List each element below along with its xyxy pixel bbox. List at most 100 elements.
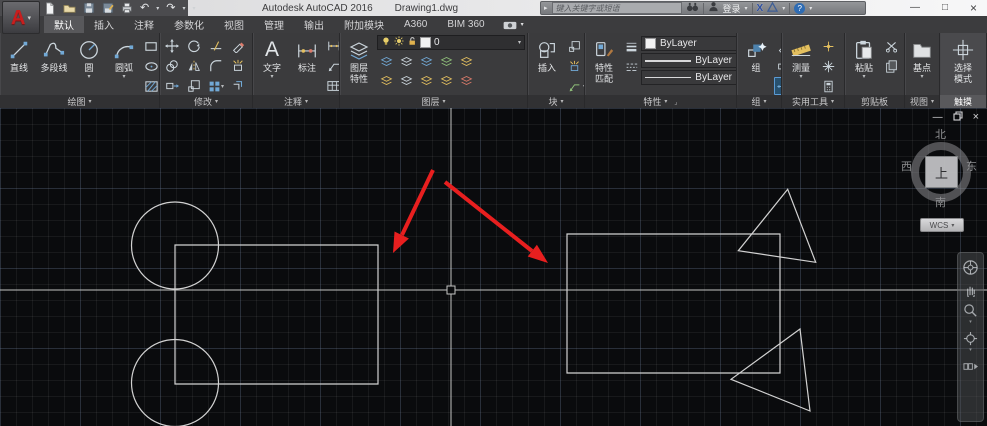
lineweight-settings-button[interactable]	[622, 37, 640, 55]
trim-button[interactable]	[206, 37, 226, 55]
id-point-button[interactable]	[819, 37, 837, 55]
linear-dimension-button[interactable]	[325, 37, 339, 55]
panel-group-label[interactable]: 组▾	[737, 95, 781, 108]
a360-icon[interactable]	[767, 2, 778, 15]
edit-attributes-button[interactable]	[565, 77, 583, 95]
panel-view-label[interactable]: 视图▾	[905, 95, 939, 108]
viewcube-top-face[interactable]: 上	[925, 156, 958, 188]
redo-icon[interactable]: ↷	[166, 3, 175, 14]
point-style-button[interactable]	[819, 57, 837, 75]
panel-properties-label[interactable]: 特性▾⌟	[585, 95, 736, 108]
ellipse-button[interactable]	[142, 57, 159, 75]
save-as-icon[interactable]	[102, 2, 114, 14]
move-button[interactable]	[162, 37, 182, 55]
panel-annotate-label[interactable]: 注释▾	[253, 95, 339, 108]
layer-unisolate-button[interactable]	[397, 52, 415, 70]
a360-caret-icon[interactable]: ▾	[782, 5, 785, 12]
object-color-dropdown[interactable]: ByLayer ▾	[641, 36, 736, 51]
layer-previous-button[interactable]	[457, 71, 475, 89]
text-button[interactable]: A 文字 ▾	[255, 35, 289, 95]
tab-home[interactable]: 默认	[44, 16, 84, 33]
app-menu-button[interactable]: A ▾	[2, 1, 40, 34]
tab-view[interactable]: 视图	[214, 16, 254, 33]
circle-button[interactable]: 圆 ▾	[72, 35, 106, 95]
viewcube-east-label[interactable]: 东	[966, 158, 977, 174]
entity-triangle-top-right[interactable]	[738, 189, 815, 262]
entity-rectangle-left[interactable]	[175, 245, 378, 384]
panel-block-label[interactable]: 块▾	[528, 95, 584, 108]
save-icon[interactable]	[83, 2, 95, 14]
new-file-icon[interactable]	[44, 2, 56, 15]
panel-clipboard-label[interactable]: 剪贴板	[845, 95, 904, 108]
drawing-canvas[interactable]: — × 上 北 南 西 东 WCS ▾ ▾ ▾	[0, 108, 987, 426]
entity-rectangle-right[interactable]	[567, 234, 780, 373]
signin-caret-icon[interactable]: ▾	[745, 5, 748, 12]
erase-button[interactable]	[228, 37, 248, 55]
tab-annotate[interactable]: 注释	[124, 16, 164, 33]
linetype-settings-button[interactable]	[622, 57, 640, 75]
viewport-close-button[interactable]: ×	[973, 112, 979, 123]
maximize-button[interactable]: □	[942, 3, 948, 13]
table-button[interactable]	[325, 77, 339, 95]
arc-button[interactable]: 圆弧 ▾	[107, 35, 141, 95]
polyline-button[interactable]: 多段线	[37, 35, 71, 95]
viewport-minimize-button[interactable]: —	[933, 113, 943, 123]
tab-insert[interactable]: 插入	[84, 16, 124, 33]
quick-calculator-button[interactable]	[819, 77, 837, 95]
infocenter-collapse-icon[interactable]: ▸	[544, 4, 548, 12]
redo-caret-icon[interactable]: ▾	[182, 5, 185, 12]
edit-block-button[interactable]	[565, 57, 583, 75]
layer-turn-all-on-button[interactable]	[397, 71, 415, 89]
layer-unlock-button[interactable]	[437, 71, 455, 89]
layer-thaw-all-button[interactable]	[417, 71, 435, 89]
panel-draw-label[interactable]: 绘图▾	[0, 95, 159, 108]
tab-bim360[interactable]: BIM 360	[437, 16, 494, 33]
exchange-apps-icon[interactable]: X	[757, 3, 764, 14]
measure-button[interactable]: 测量 ▾	[784, 35, 818, 95]
scale-button[interactable]	[184, 77, 204, 95]
undo-caret-icon[interactable]: ▾	[156, 5, 159, 12]
explode-button[interactable]	[228, 57, 248, 75]
match-properties-button[interactable]: 特性 匹配	[587, 35, 621, 95]
rectangle-button[interactable]	[142, 37, 159, 55]
layer-off-button[interactable]	[377, 71, 395, 89]
help-caret-icon[interactable]: ▾	[809, 5, 812, 12]
stretch-button[interactable]	[162, 77, 182, 95]
linetype-dropdown[interactable]: ByLayer ▾	[641, 70, 736, 85]
line-button[interactable]: 直线	[2, 35, 36, 95]
search-icon[interactable]	[686, 1, 699, 15]
signin-button[interactable]: 登录	[723, 2, 741, 15]
open-folder-icon[interactable]	[63, 2, 76, 14]
copy-button[interactable]	[162, 57, 182, 75]
viewcube-west-label[interactable]: 西	[901, 158, 912, 174]
tab-addins[interactable]: 附加模块	[334, 16, 394, 33]
hatch-button[interactable]	[142, 77, 159, 95]
copy-clip-button[interactable]	[882, 57, 900, 75]
plot-icon[interactable]	[121, 2, 133, 14]
group-selection-toggle[interactable]	[774, 77, 781, 95]
create-block-button[interactable]	[565, 37, 583, 55]
show-motion-button[interactable]	[963, 359, 978, 374]
ungroup-button[interactable]	[774, 37, 781, 55]
viewcube-north-label[interactable]: 北	[935, 126, 946, 142]
pan-button[interactable]	[963, 282, 978, 297]
viewcube-south-label[interactable]: 南	[935, 194, 946, 210]
insert-block-button[interactable]: 插入	[530, 35, 564, 95]
layer-isolate-button[interactable]	[377, 52, 395, 70]
tab-output[interactable]: 输出	[294, 16, 334, 33]
dimension-button[interactable]: 标注	[290, 35, 324, 95]
layer-select-dropdown[interactable]: 0 ▾	[377, 35, 525, 50]
zoom-extents-button[interactable]	[963, 303, 978, 318]
zoom-caret-icon[interactable]: ▾	[969, 320, 972, 325]
panel-layers-label[interactable]: 图层▾	[340, 95, 527, 108]
tab-a360[interactable]: A360	[394, 16, 437, 33]
layer-properties-button[interactable]: 图层 特性	[342, 35, 376, 95]
viewport-restore-button[interactable]	[953, 111, 963, 124]
lineweight-dropdown[interactable]: ByLayer ▾	[641, 53, 736, 68]
panel-modify-label[interactable]: 修改▾	[160, 95, 252, 108]
minimize-button[interactable]: —	[910, 3, 920, 13]
properties-dialog-launcher-icon[interactable]: ⌟	[674, 98, 677, 106]
attributes-caret-icon[interactable]: ▾	[583, 83, 584, 90]
layer-match-button[interactable]	[457, 52, 475, 70]
help-icon[interactable]: ?	[794, 3, 805, 14]
